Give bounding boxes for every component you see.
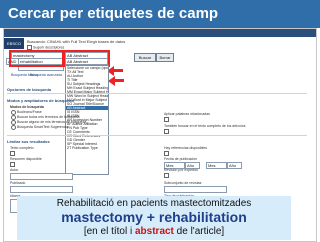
arrow-stem-1 (113, 69, 123, 72)
related-words-label: Aplicar palabras relacionadas (164, 112, 210, 116)
modes-label: Modos de búsqueda (10, 105, 44, 109)
limit-journal-label: Subconjunto de revistas (164, 181, 202, 185)
nav-item-cited-references[interactable]: Referències citades (158, 37, 193, 45)
advanced-search-link[interactable]: Búsqueda avanzada (30, 73, 62, 77)
caption-line-3-pre: [en el títol i (83, 226, 135, 237)
caption-line-2: mastectomy + rehabilitation (61, 209, 247, 225)
limit-fulltext-checkbox[interactable] (10, 151, 15, 156)
limit-heading: Limitar sus resultados (7, 139, 50, 144)
caption-line-1: Rehabilitació en pacients mastectomitzad… (56, 198, 252, 209)
limit-published-label: Publicado (10, 181, 26, 185)
limit-fulltext-label: Texto completo (10, 146, 34, 150)
limit-abstract-checkbox[interactable] (10, 162, 15, 167)
divider (7, 93, 307, 94)
slide-caption: Rehabilitació en pacients mastectomitzad… (17, 196, 291, 240)
arrow-stem-2 (115, 79, 124, 82)
nav-item-sign-in[interactable]: Iniciar sessió (220, 37, 243, 45)
mode-label: Booleano/Frase (17, 110, 42, 114)
related-words-checkbox[interactable] (164, 117, 169, 122)
mode-label: Buscar alguno de mis términos de búsqued… (17, 120, 87, 124)
nav-item-more[interactable]: Més (203, 37, 211, 45)
mode-label: Buscar todos mis términos de búsqueda (17, 115, 80, 119)
nav-item-folder[interactable]: Carpeta (253, 37, 267, 45)
caption-abstract-highlight: abstract (134, 226, 174, 237)
terms-highlight-box (9, 50, 64, 67)
options-heading: Opciones de búsqueda (7, 87, 52, 92)
top-navigation: Nova búsqueda Publicacions Tesaurus Títo… (4, 29, 316, 43)
fulltext-search-label: También buscar en el texto completo de l… (164, 124, 246, 128)
caption-line-3: [en el títol i abstract de l'article] (17, 226, 291, 237)
limit-author-input[interactable] (10, 173, 73, 180)
limit-author-label: Autor (10, 168, 19, 172)
limit-references-checkbox[interactable] (164, 151, 169, 156)
arrow-left-icon-2 (108, 76, 115, 86)
slide-header: Cercar per etiquetes de camp (0, 0, 320, 28)
ebsco-logo: EBSCO (4, 38, 24, 49)
limit-peer-label: Revisión por expertos (164, 168, 198, 172)
mode-label: Búsqueda SmartText Sugerencia (17, 125, 69, 129)
clear-button[interactable]: Borrar (156, 53, 174, 62)
caption-line-3-post: de l'article] (173, 226, 225, 237)
suggest-label: Sugerir descriptores (32, 45, 65, 50)
modes-heading: Modos y ampliadores de búsqueda (7, 98, 74, 103)
slide-title: Cercar per etiquetes de camp (8, 5, 219, 22)
divider (7, 135, 307, 136)
limit-month-to-select[interactable]: Mes (206, 162, 227, 169)
search-button[interactable]: Buscar (134, 53, 156, 62)
limit-references-label: Hay referencias disponibles (164, 146, 207, 150)
limit-year-to-input[interactable]: Año (227, 162, 242, 169)
limit-abstract-label: Resumen disponible (10, 157, 42, 161)
fulltext-search-checkbox[interactable] (164, 129, 169, 134)
search-info: Buscando: CINAHL with Full Text Elegir b… (27, 39, 126, 44)
limit-published-input[interactable] (10, 186, 73, 193)
limit-journal-list[interactable] (164, 186, 227, 193)
mode-radio[interactable] (11, 125, 16, 130)
dropdown-option[interactable]: ZT Publication Type (66, 146, 108, 150)
limit-peer-checkbox[interactable] (164, 173, 169, 178)
limit-date-label: Fecha de publicación (164, 157, 198, 161)
